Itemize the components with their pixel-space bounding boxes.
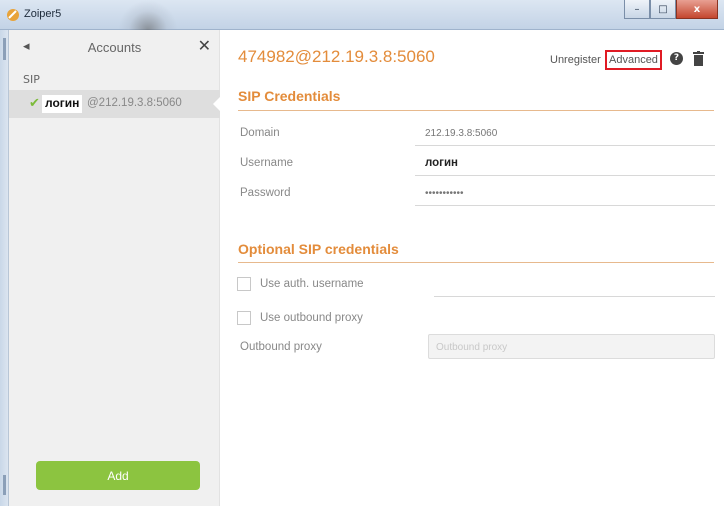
maximize-button[interactable]: □ — [650, 0, 676, 19]
advanced-link[interactable]: Advanced — [605, 50, 662, 70]
use-auth-username-checkbox[interactable] — [237, 277, 251, 291]
account-username: логин — [42, 95, 83, 113]
account-settings-panel: 474982@212.19.3.8:5060 Unregister Advanc… — [220, 30, 724, 506]
domain-field[interactable]: 212.19.3.8:5060 — [425, 128, 497, 139]
section-label-sip: SIP — [23, 73, 40, 86]
resize-grip — [3, 38, 6, 60]
password-label: Password — [240, 187, 291, 199]
password-field[interactable]: ••••••••••• — [425, 188, 464, 199]
account-list-item[interactable]: ✔ логин @212.19.3.8:5060 — [9, 90, 221, 118]
section-title-sip-credentials: SIP Credentials — [238, 88, 341, 104]
close-icon[interactable]: ✕ — [198, 36, 211, 55]
use-outbound-proxy-checkbox[interactable] — [237, 311, 251, 325]
section-title-optional: Optional SIP credentials — [238, 241, 399, 257]
section-divider — [238, 110, 714, 111]
use-auth-username-row[interactable]: Use auth. username — [237, 276, 364, 292]
titlebar-glow — [118, 0, 178, 30]
outbound-proxy-label: Outbound proxy — [240, 341, 322, 353]
sidebar-title: Accounts — [87, 40, 142, 55]
registered-check-icon: ✔ — [29, 96, 40, 111]
window-title: Zoiper5 — [24, 8, 62, 20]
use-outbound-proxy-row[interactable]: Use outbound proxy — [237, 310, 363, 326]
domain-label: Domain — [240, 127, 280, 139]
section-divider — [238, 262, 714, 263]
auth-username-underline[interactable] — [434, 296, 715, 297]
use-auth-username-label: Use auth. username — [260, 278, 364, 290]
add-account-button[interactable]: Add — [36, 461, 200, 490]
help-icon[interactable]: ? — [670, 52, 683, 65]
field-underline — [415, 175, 715, 176]
window-frame-left — [0, 30, 9, 506]
outbound-proxy-input[interactable]: Outbound proxy — [428, 334, 715, 359]
trash-icon[interactable] — [693, 51, 704, 66]
accounts-sidebar: ◂ Accounts ✕ SIP ✔ логин @212.19.3.8:506… — [9, 30, 221, 506]
close-window-button[interactable]: x — [676, 0, 718, 19]
minimize-button[interactable]: – — [624, 0, 650, 19]
field-underline — [415, 145, 715, 146]
field-underline — [415, 205, 715, 206]
window-titlebar: Zoiper5 – □ x — [0, 0, 724, 30]
username-field[interactable]: логин — [425, 157, 458, 169]
resize-grip — [3, 475, 6, 495]
sidebar-header: ◂ Accounts ✕ — [9, 30, 220, 65]
window-controls: – □ x — [624, 0, 718, 19]
username-label: Username — [240, 157, 294, 169]
zoiper-logo-icon — [7, 9, 19, 21]
account-host: @212.19.3.8:5060 — [87, 97, 182, 109]
unregister-link[interactable]: Unregister — [550, 54, 601, 66]
use-outbound-proxy-label: Use outbound proxy — [260, 312, 363, 324]
account-title: 474982@212.19.3.8:5060 — [238, 47, 435, 66]
